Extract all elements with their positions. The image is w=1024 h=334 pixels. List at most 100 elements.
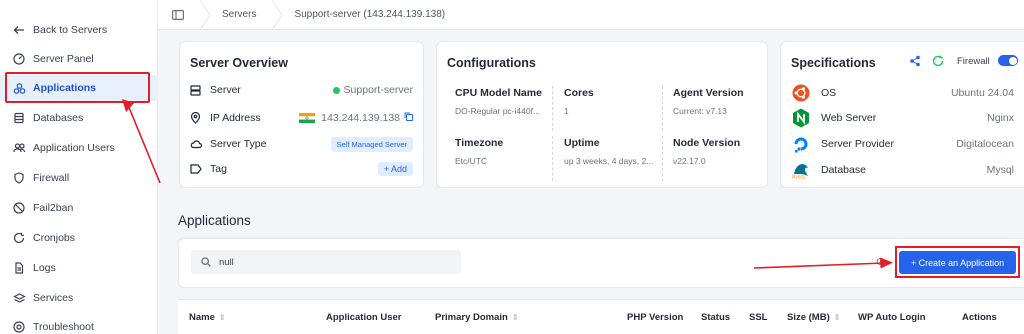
india-flag-icon (299, 113, 316, 123)
column-label: Size (MB) (787, 312, 830, 323)
search-icon (201, 257, 211, 267)
users-icon (12, 141, 26, 155)
breadcrumb: Servers Support-server (143.244.139.138) (158, 0, 1024, 30)
sidebar-item-logs[interactable]: Logs (0, 255, 158, 281)
sidebar-item-application-users[interactable]: Application Users (0, 135, 158, 161)
chevron-right-icon (272, 0, 284, 30)
cloud-icon (190, 139, 204, 149)
column-label: Status (701, 312, 731, 323)
tag-icon (190, 164, 204, 174)
copy-icon[interactable] (404, 112, 413, 124)
server-label: Server (210, 84, 241, 96)
refresh-icon (12, 231, 26, 245)
column-label: WP Auto Login (858, 312, 926, 323)
sidebar-item-label: Cronjobs (33, 232, 76, 244)
highlight-box-applications (5, 72, 150, 103)
overview-row-ip: IP Address 143.244.139.138 (190, 109, 413, 127)
ban-icon (12, 201, 26, 215)
config-key: Timezone (455, 137, 504, 149)
status-dot (332, 86, 340, 94)
column-label: PHP Version (627, 312, 684, 323)
sidebar-item-label: Back to Servers (33, 24, 108, 36)
config-value: v22.17.0 (673, 156, 706, 166)
sidebar-item-label: Databases (33, 112, 84, 124)
sidebar-item-server-panel[interactable]: Server Panel (0, 46, 158, 72)
sidebar-item-troubleshoot[interactable]: Troubleshoot (0, 314, 158, 334)
breadcrumb-servers[interactable]: Servers (212, 0, 270, 30)
ubuntu-icon (791, 83, 811, 103)
column-primary-domain[interactable]: Primary Domain ⇕ (435, 312, 519, 323)
database-icon (12, 111, 26, 125)
sidebar-item-back-to-servers[interactable]: Back to Servers (0, 17, 158, 43)
spec-row-server-provider: Server Provider Digitalocean (791, 133, 1014, 155)
overview-row-tag: Tag + Add (190, 160, 413, 178)
ip-label: IP Address (210, 112, 261, 124)
overview-row-server-type: Server Type Self Managed Server (190, 135, 413, 153)
tag-label: Tag (210, 163, 227, 175)
server-value: Support-server (343, 84, 413, 96)
divider (662, 136, 663, 181)
spec-row-database: MySQL Database Mysql (791, 159, 1014, 181)
refresh-icon[interactable] (932, 55, 944, 70)
search-input[interactable]: null (191, 250, 461, 274)
sidebar-item-databases[interactable]: Databases (0, 105, 158, 131)
divider (552, 136, 553, 181)
firewall-label: Firewall (957, 56, 990, 67)
column-application-user: Application User (326, 312, 402, 323)
config-value: Etc/UTC (455, 156, 488, 166)
nginx-icon (791, 108, 811, 128)
sidebar-item-label: Fail2ban (33, 202, 74, 214)
server-overview-card: Server Overview Server Support-server IP… (179, 41, 424, 188)
applications-title: Applications (178, 213, 251, 228)
spec-row-os: OS Ubuntu 24.04 (791, 82, 1014, 104)
specifications-card: Specifications Firewall OS Ubuntu 24.04 … (780, 41, 1024, 188)
wrench-icon (12, 320, 26, 334)
column-name[interactable]: Name ⇕ (189, 312, 226, 323)
config-value: 1 (564, 106, 569, 116)
spec-value: Nginx (987, 112, 1014, 124)
spec-key: Database (821, 164, 866, 176)
overview-row-server: Server Support-server (190, 81, 413, 99)
add-tag-button[interactable]: + Add (377, 162, 413, 176)
spec-key: Web Server (821, 112, 877, 124)
column-size[interactable]: Size (MB) ⇕ (787, 312, 840, 323)
config-key: Uptime (564, 137, 600, 149)
column-status: Status (701, 312, 730, 323)
server-type-label: Server Type (210, 138, 267, 150)
sidebar-item-fail2ban[interactable]: Fail2ban (0, 195, 158, 221)
sidebar: Back to Servers Server Panel Application… (0, 0, 158, 334)
sort-icon: ⇕ (218, 313, 226, 322)
config-key: CPU Model Name (455, 87, 542, 99)
filter-icon[interactable]: ⊙ (876, 255, 886, 269)
column-label: SSL (749, 312, 768, 323)
server-icon (190, 84, 204, 96)
sidebar-item-label: Firewall (33, 172, 70, 184)
config-agent-version: Agent Version Current: v7.13 (673, 87, 765, 116)
config-uptime: Uptime up 3 weeks, 4 days, 2... (564, 137, 659, 166)
column-label: Actions (962, 312, 997, 323)
configurations-title: Configurations (447, 56, 536, 70)
server-overview-title: Server Overview (190, 56, 288, 70)
spec-row-web-server: Web Server Nginx (791, 107, 1014, 129)
configurations-card: Configurations CPU Model Name DO-Regular… (436, 41, 768, 188)
config-value: up 3 weeks, 4 days, 2... (564, 156, 654, 166)
config-node-version: Node Version v22.17.0 (673, 137, 765, 166)
sidebar-item-label: Troubleshoot (33, 321, 94, 333)
config-cores: Cores 1 (564, 87, 659, 116)
sidebar-item-label: Logs (33, 262, 56, 274)
config-cpu-model: CPU Model Name DO-Regular pc-i440f... (455, 87, 549, 116)
column-label: Application User (326, 312, 402, 323)
firewall-toggle[interactable] (998, 55, 1018, 66)
sidebar-item-firewall[interactable]: Firewall (0, 165, 158, 191)
mysql-icon: MySQL (791, 160, 811, 180)
share-icon[interactable] (909, 55, 921, 70)
sidebar-item-services[interactable]: Services (0, 285, 158, 311)
specifications-title: Specifications (791, 56, 876, 70)
applications-table-header: Name ⇕ Application User Primary Domain ⇕ P… (178, 299, 1024, 334)
sidebar-toggle-icon[interactable] (158, 0, 198, 30)
sidebar-item-cronjobs[interactable]: Cronjobs (0, 225, 158, 251)
column-label: Name (189, 312, 215, 323)
search-value: null (219, 256, 234, 268)
config-timezone: Timezone Etc/UTC (455, 137, 549, 166)
sidebar-item-label: Application Users (33, 142, 115, 154)
